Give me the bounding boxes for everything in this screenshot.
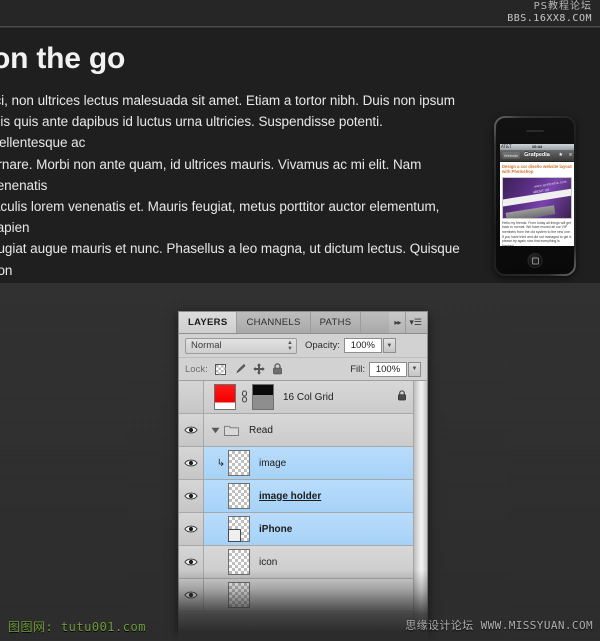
clipping-mask-icon: ↳ <box>216 457 226 469</box>
lock-all-icon[interactable] <box>271 362 285 376</box>
layer-name[interactable]: image <box>259 458 286 469</box>
layer-list[interactable]: 16 Col Grid Read ↳ image image holder iP… <box>179 381 427 630</box>
layer-visibility-toggle[interactable] <box>179 546 204 578</box>
blend-mode-select[interactable]: Normal ▲ ▼ <box>185 337 297 354</box>
article-body-text: rci, non ultrices lectus malesuada sit a… <box>0 93 460 278</box>
group-disclosure-icon[interactable] <box>208 427 222 434</box>
collapse-panel-icon[interactable]: ▸▸ <box>389 312 405 333</box>
layer-visibility-toggle[interactable] <box>179 480 204 512</box>
top-watermark-line1: PS教程论坛 <box>533 1 592 12</box>
layer-name[interactable]: iPhone <box>259 524 292 535</box>
bottom-right-watermark-url: WWW.MISSYUAN.COM <box>480 619 593 632</box>
eye-icon <box>184 492 198 500</box>
eye-icon <box>184 558 198 566</box>
opacity-dropdown-icon[interactable]: ▼ <box>382 338 396 353</box>
layer-visibility-toggle[interactable] <box>179 414 204 446</box>
lock-row: Lock: Fill: 100% ▼ <box>179 358 427 381</box>
table-row[interactable]: Read <box>179 414 427 447</box>
layer-thumbnail[interactable] <box>228 516 250 542</box>
blend-mode-value: Normal <box>191 340 222 351</box>
screenshot-canvas: PS教程论坛 BBS.16XX8.COM on the go rci, non … <box>0 0 600 641</box>
layer-thumbnail[interactable] <box>228 582 250 608</box>
post-image-label-top: www.grafpedia.com <box>533 179 568 189</box>
bottom-left-watermark: 图图网: tutu001.com <box>8 620 146 634</box>
table-row[interactable]: image holder <box>179 480 427 513</box>
lock-move-icon[interactable] <box>252 362 266 376</box>
post-title: Design a cor diseño website layout with … <box>502 164 572 175</box>
panel-menu-icon[interactable]: ▾☰ <box>405 312 427 333</box>
layer-name[interactable]: Read <box>249 425 273 436</box>
table-row[interactable]: icon <box>179 546 427 579</box>
blend-mode-row: Normal ▲ ▼ Opacity: 100% ▼ <box>179 334 427 358</box>
fill-label: Fill: <box>350 363 365 375</box>
tab-bar-spacer <box>361 312 390 333</box>
table-row[interactable]: iPhone <box>179 513 427 546</box>
page-title: on the go <box>0 42 126 75</box>
panel-tab-bar: LAYERS CHANNELS PATHS ▸▸ ▾☰ <box>179 312 427 334</box>
bottom-right-watermark-cn: 思缘设计论坛 <box>405 619 474 632</box>
layer-visibility-toggle[interactable] <box>179 447 204 479</box>
lock-brush-icon[interactable] <box>233 362 247 376</box>
link-icon[interactable] <box>238 390 250 404</box>
nav-back-button[interactable]: Website <box>502 152 521 159</box>
post-featured-image: www.grafpedia.com ABOUT US <box>502 176 572 219</box>
layer-name[interactable]: icon <box>259 557 277 568</box>
menu-icon[interactable]: ≡ <box>569 152 572 159</box>
layer-mask-thumbnail[interactable] <box>252 384 274 410</box>
layer-visibility-toggle[interactable] <box>179 579 204 611</box>
app-content: Design a cor diseño website layout with … <box>500 162 574 246</box>
article-section: on the go rci, non ultrices lectus males… <box>0 28 600 283</box>
lock-label: Lock: <box>185 363 208 375</box>
iphone-home-button[interactable] <box>527 253 543 268</box>
table-row[interactable]: ↳ image <box>179 447 427 480</box>
smart-object-icon <box>228 529 241 542</box>
lock-transparency-icon[interactable] <box>214 362 228 376</box>
iphone-body: AT&T 10:44 Website Grafpedia ★ ≡ Design … <box>496 118 574 274</box>
eye-icon <box>184 525 198 533</box>
opacity-input[interactable]: 100% <box>343 338 382 353</box>
eye-icon <box>184 591 198 599</box>
top-watermark: PS教程论坛 BBS.16XX8.COM <box>507 1 592 25</box>
table-row[interactable]: 16 Col Grid <box>179 381 427 414</box>
layer-list-scrollbar[interactable] <box>413 381 427 630</box>
fill-dropdown-icon[interactable]: ▼ <box>408 361 421 377</box>
layer-thumbnail[interactable] <box>228 483 250 509</box>
eye-icon <box>184 459 198 467</box>
layer-name-input[interactable]: image holder <box>259 491 321 502</box>
post-image-shelf <box>505 205 556 218</box>
post-body-text: Hello my friends. From today all things … <box>502 220 572 246</box>
fill-input[interactable]: 100% <box>369 361 407 377</box>
iphone-speaker-icon <box>526 130 544 132</box>
layer-visibility-toggle[interactable] <box>179 513 204 545</box>
bottom-right-watermark: 思缘设计论坛 WWW.MISSYUAN.COM <box>405 617 593 633</box>
stepper-icon[interactable]: ▲ ▼ <box>287 340 293 352</box>
layer-thumbnail[interactable] <box>228 549 250 575</box>
app-title: Grafpedia <box>524 152 550 158</box>
tab-channels[interactable]: CHANNELS <box>237 312 311 333</box>
iphone-mockup: AT&T 10:44 Website Grafpedia ★ ≡ Design … <box>494 116 576 276</box>
app-navigation-bar: Website Grafpedia ★ ≡ <box>500 150 574 162</box>
tab-paths[interactable]: PATHS <box>310 312 362 333</box>
layer-visibility-toggle[interactable] <box>179 381 204 413</box>
layer-name[interactable]: 16 Col Grid <box>283 392 334 403</box>
top-watermark-strip: PS教程论坛 BBS.16XX8.COM <box>0 0 600 27</box>
opacity-label: Opacity: <box>305 340 340 351</box>
tab-layers[interactable]: LAYERS <box>179 312 238 333</box>
eye-icon <box>184 426 198 434</box>
top-watermark-line2: BBS.16XX8.COM <box>507 13 592 24</box>
iphone-screen: AT&T 10:44 Website Grafpedia ★ ≡ Design … <box>500 144 574 246</box>
folder-icon <box>222 424 240 436</box>
layer-locked-icon <box>397 388 407 406</box>
star-icon[interactable]: ★ <box>559 152 563 159</box>
table-row[interactable] <box>179 579 427 612</box>
layer-thumbnail[interactable] <box>228 450 250 476</box>
layers-panel: LAYERS CHANNELS PATHS ▸▸ ▾☰ Normal ▲ ▼ Op… <box>178 311 428 631</box>
layer-thumbnail[interactable] <box>214 384 236 410</box>
